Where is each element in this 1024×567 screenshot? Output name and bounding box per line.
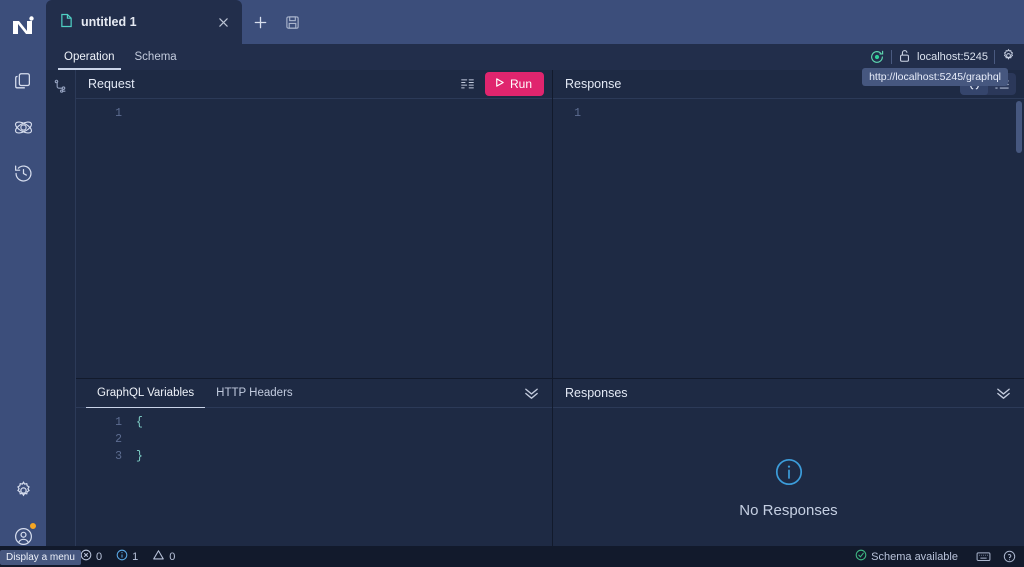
line-text: } [136, 450, 143, 463]
help-circle-icon[interactable] [1003, 550, 1016, 563]
endpoint-url-tooltip: http://localhost:5245/graphql [862, 68, 1008, 86]
info-circle-icon [116, 549, 128, 564]
close-icon[interactable] [214, 13, 232, 31]
variables-pane: GraphQL Variables HTTP Headers 1 {2 3} [76, 378, 552, 567]
display-menu-tooltip: Display a menu [0, 550, 81, 565]
sidebar-item-history[interactable] [6, 156, 40, 190]
responses-pane-title: Responses [565, 386, 628, 400]
unlocked-icon [898, 49, 911, 66]
response-pane: Response 1 [553, 70, 1024, 378]
line-number: 1 [115, 416, 122, 429]
tab-operation-label: Operation [64, 51, 115, 63]
line-number: 1 [115, 107, 122, 120]
tab-schema[interactable]: Schema [125, 44, 187, 70]
chevron-double-down-icon[interactable] [990, 382, 1016, 404]
sidebar-item-settings[interactable] [6, 473, 40, 507]
tab-graphql-variables-label: GraphQL Variables [97, 387, 195, 399]
endpoint-bar: localhost:5245 [869, 44, 1024, 70]
format-document-icon[interactable] [455, 73, 481, 95]
responses-empty-label: No Responses [739, 501, 838, 519]
variables-pane-header: GraphQL Variables HTTP Headers [76, 379, 552, 409]
run-button[interactable]: Run [484, 72, 544, 96]
tab-schema-label: Schema [134, 51, 177, 63]
run-button-label: Run [509, 77, 532, 91]
responses-pane: Responses No Responses [553, 378, 1024, 567]
tab-http-headers[interactable]: HTTP Headers [205, 379, 303, 408]
request-pane-title: Request [88, 77, 135, 91]
status-errors-count: 0 [96, 550, 103, 563]
sidebar-item-schema[interactable] [6, 110, 40, 144]
workspace: Request Run 1 GraphQL Variables HTTP Hea… [46, 70, 1024, 567]
editor-line: 1 [76, 105, 552, 122]
app-root: untitled 1 Operation Schema localhost:52… [0, 0, 1024, 567]
chevron-double-down-icon[interactable] [518, 382, 544, 404]
save-icon[interactable] [278, 0, 306, 44]
status-info[interactable]: 1 [116, 549, 138, 564]
main-area: untitled 1 Operation Schema localhost:52… [46, 0, 1024, 567]
sidebar-item-documents[interactable] [6, 64, 40, 98]
editor-line: 1 { [76, 414, 552, 431]
account-notification-badge [29, 522, 37, 530]
keyboard-icon[interactable] [976, 551, 991, 562]
refresh-schema-icon[interactable] [869, 49, 885, 65]
request-gutter-strip [46, 70, 76, 567]
left-rail [0, 0, 46, 567]
endpoint-url-text[interactable]: localhost:5245 [917, 51, 988, 63]
request-pane-header: Request Run [76, 70, 552, 99]
variables-editor[interactable]: 1 { 2 3 } [76, 408, 552, 567]
request-pane: Request Run 1 [76, 70, 552, 378]
request-editor[interactable]: 1 [76, 99, 552, 378]
tab-http-headers-label: HTTP Headers [216, 387, 293, 399]
tab-strip: untitled 1 [46, 0, 1024, 44]
status-bar: Display a menu 0 1 0 Schema available [0, 546, 1024, 567]
status-schema[interactable]: Schema available [855, 549, 958, 564]
status-warnings[interactable]: 0 [152, 549, 175, 564]
responses-empty-state: No Responses [553, 408, 1024, 567]
branch-flow-icon[interactable] [53, 79, 68, 99]
new-tab-button[interactable] [246, 0, 274, 44]
line-number: 1 [574, 107, 581, 120]
request-column: Request Run 1 GraphQL Variables HTTP Hea… [76, 70, 553, 567]
divider [891, 50, 893, 64]
responses-pane-header: Responses [553, 379, 1024, 408]
document-tab-label: untitled 1 [81, 15, 137, 29]
warning-triangle-icon [152, 549, 165, 564]
response-editor[interactable]: 1 [553, 99, 1024, 378]
line-number: 2 [115, 433, 122, 446]
response-column: Response 1 Responses No Responses [553, 70, 1024, 567]
status-schema-label: Schema available [871, 550, 958, 563]
response-scrollbar[interactable] [1014, 99, 1024, 378]
play-icon [494, 77, 505, 91]
status-info-count: 1 [132, 550, 139, 563]
editor-line: 2 [76, 431, 552, 448]
editor-line: 1 [553, 105, 1024, 122]
response-pane-title: Response [565, 77, 622, 91]
gear-icon[interactable] [1001, 48, 1016, 66]
line-number: 3 [115, 450, 122, 463]
nitro-logo-icon[interactable] [8, 12, 38, 42]
document-tab-untitled-1[interactable]: untitled 1 [46, 0, 242, 44]
status-warnings-count: 0 [169, 550, 176, 563]
tab-operation[interactable]: Operation [54, 44, 125, 70]
error-circle-icon [80, 549, 92, 564]
editor-line: 3 } [76, 448, 552, 465]
document-icon [60, 13, 73, 31]
check-circle-icon [855, 549, 867, 564]
divider [994, 50, 995, 64]
status-errors[interactable]: 0 [80, 549, 102, 564]
info-circle-icon [774, 457, 804, 492]
tab-graphql-variables[interactable]: GraphQL Variables [86, 379, 206, 409]
line-text: { [136, 416, 143, 429]
